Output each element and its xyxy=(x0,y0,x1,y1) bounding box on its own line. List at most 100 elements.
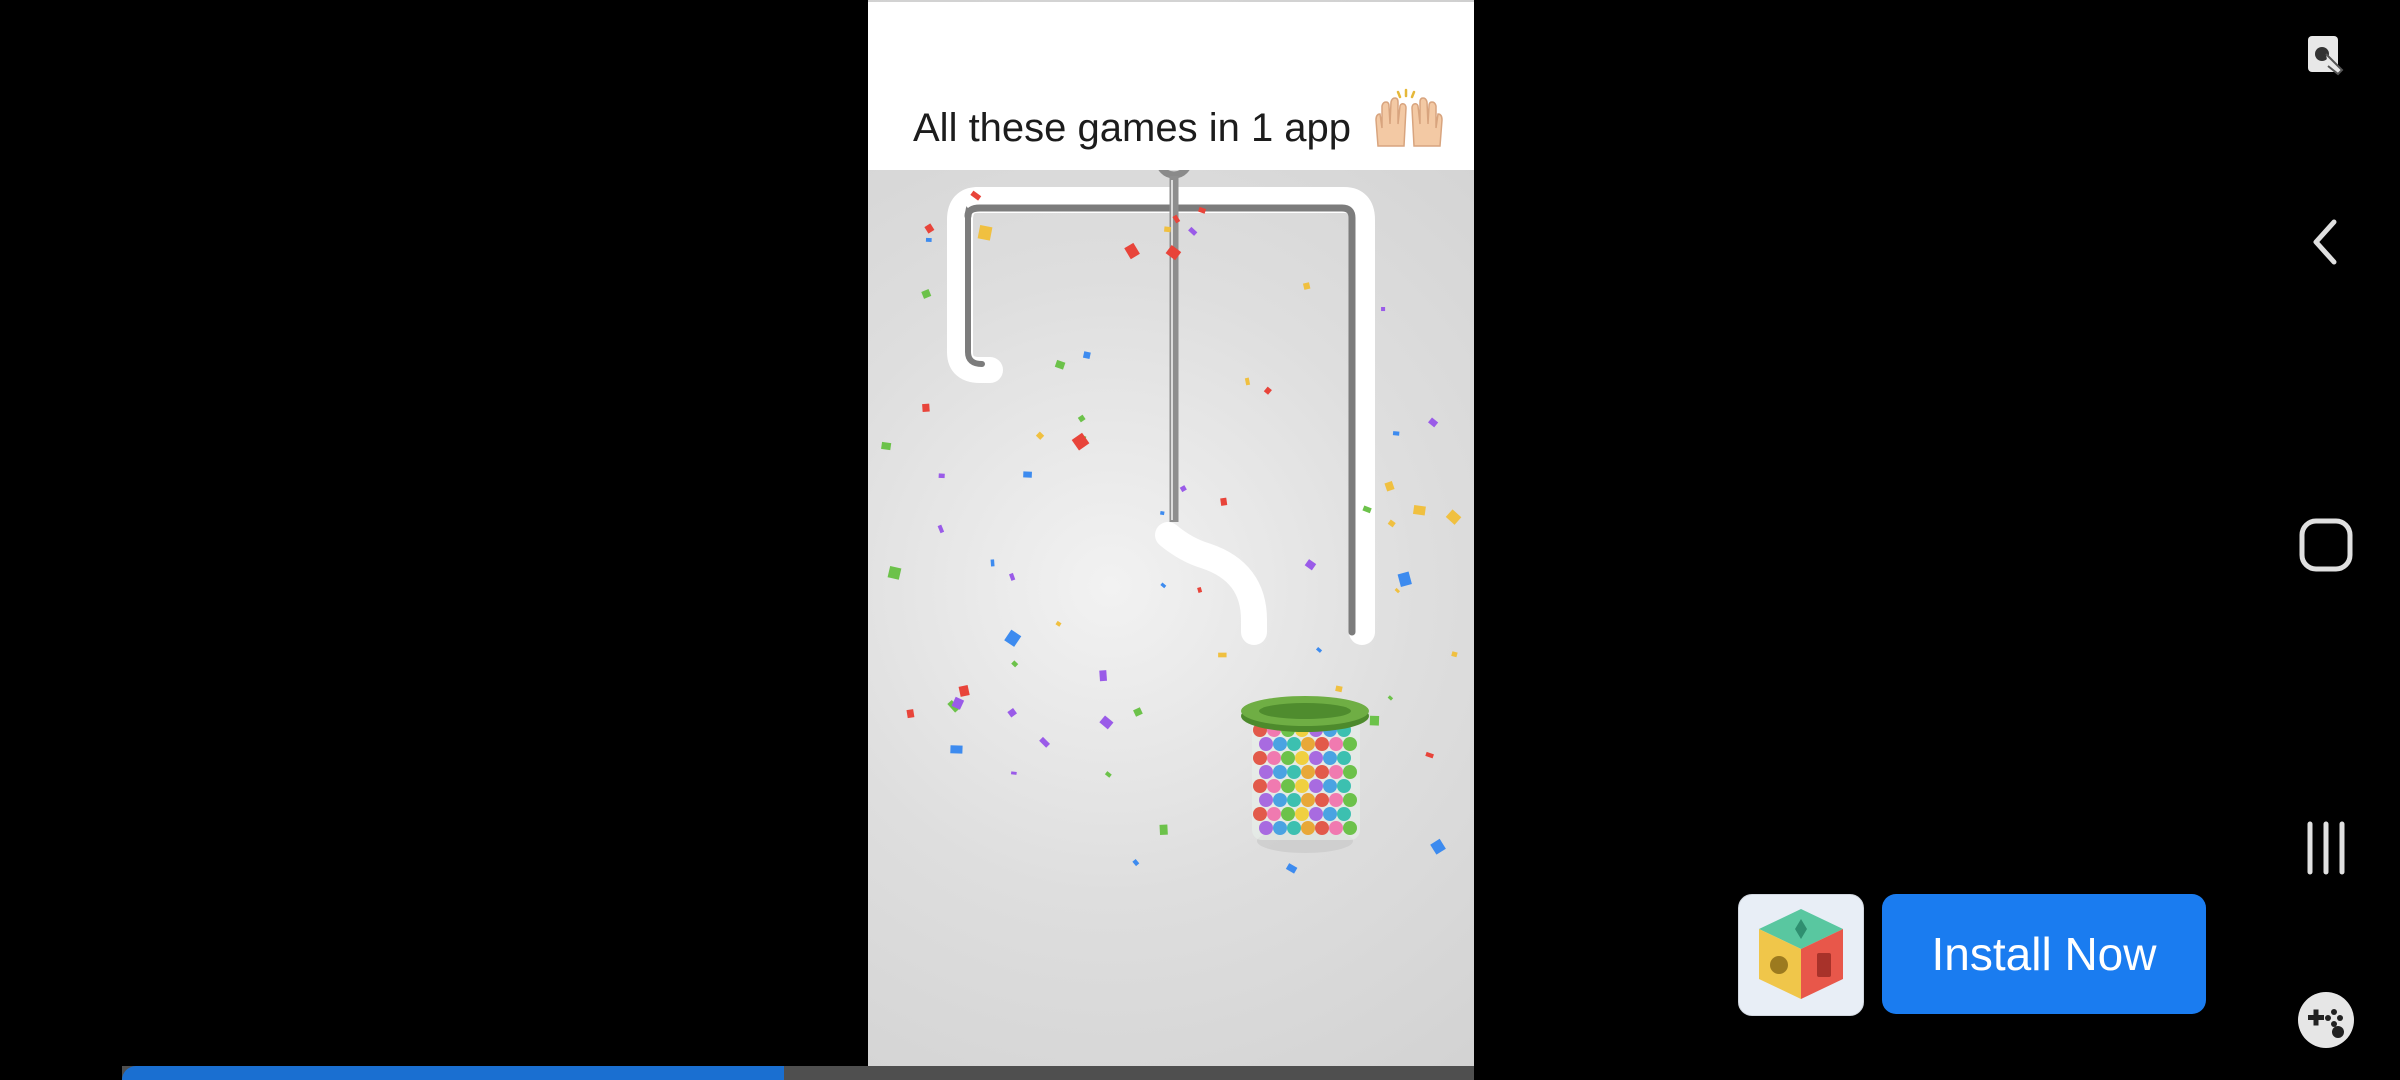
ball xyxy=(1329,793,1343,807)
ball xyxy=(1301,821,1315,835)
ball xyxy=(1273,821,1287,835)
ball xyxy=(1295,807,1309,821)
confetti-piece xyxy=(1010,771,1017,775)
ball xyxy=(1315,821,1329,835)
confetti-piece xyxy=(958,684,970,697)
video-progress-bar[interactable] xyxy=(122,1066,1474,1080)
confetti-piece xyxy=(1387,695,1394,701)
ball xyxy=(1323,807,1337,821)
ball xyxy=(1337,807,1351,821)
confetti-piece xyxy=(887,565,902,580)
ball xyxy=(1329,737,1343,751)
confetti-piece xyxy=(1179,485,1187,493)
confetti-piece xyxy=(1004,629,1022,647)
confetti-piece xyxy=(1124,242,1140,260)
ball xyxy=(1281,751,1295,765)
ball xyxy=(1343,793,1357,807)
install-now-button[interactable]: Install Now xyxy=(1882,894,2206,1014)
confetti-piece xyxy=(950,745,963,754)
ball xyxy=(1329,821,1343,835)
confetti-piece xyxy=(1445,509,1462,525)
ball xyxy=(1281,779,1295,793)
raising-hands-icon xyxy=(1375,88,1443,147)
ball xyxy=(1273,737,1287,751)
ball xyxy=(1309,807,1323,821)
confetti-piece xyxy=(1023,471,1032,478)
ball xyxy=(1267,807,1281,821)
confetti-piece xyxy=(1394,587,1401,594)
confetti-piece xyxy=(1099,670,1108,682)
ball xyxy=(1273,793,1287,807)
confetti-piece xyxy=(1384,480,1395,492)
confetti-piece xyxy=(1165,244,1182,261)
confetti-piece xyxy=(1159,824,1168,835)
ball xyxy=(1309,751,1323,765)
ball xyxy=(1337,779,1351,793)
confetti-piece xyxy=(1425,751,1434,759)
confetti-piece xyxy=(1381,307,1386,312)
confetti-piece xyxy=(1077,414,1086,423)
confetti-piece xyxy=(1163,226,1172,233)
pull-pin-ring xyxy=(1158,170,1190,179)
confetti-piece xyxy=(1055,620,1062,627)
confetti-piece xyxy=(1428,417,1439,428)
screen-pin-icon[interactable] xyxy=(2290,18,2362,90)
confetti-piece xyxy=(922,403,930,413)
confetti-piece xyxy=(1160,582,1167,589)
confetti-piece xyxy=(1009,572,1016,581)
ball xyxy=(1301,737,1315,751)
ball xyxy=(1253,779,1267,793)
ball xyxy=(1281,807,1295,821)
ball xyxy=(1253,751,1267,765)
confetti-piece xyxy=(1412,504,1426,516)
game-scene xyxy=(881,170,1462,874)
video-progress-fill xyxy=(122,1066,785,1080)
ball xyxy=(1267,751,1281,765)
confetti-piece xyxy=(1392,431,1400,436)
ball xyxy=(1295,779,1309,793)
ball xyxy=(1287,737,1301,751)
ball xyxy=(1343,737,1357,751)
ball xyxy=(1295,751,1309,765)
ad-banner: All these games in 1 app xyxy=(868,2,1474,170)
confetti-piece xyxy=(1304,559,1317,571)
confetti-piece xyxy=(1315,646,1323,653)
confetti-piece xyxy=(921,289,932,299)
ball xyxy=(1287,765,1301,779)
confetti-piece xyxy=(1133,707,1143,717)
confetti-piece xyxy=(1007,707,1018,718)
game-launcher-icon[interactable] xyxy=(2290,984,2362,1056)
cube-puzzle-app-icon[interactable] xyxy=(1738,894,1864,1016)
confetti-piece xyxy=(1369,715,1380,726)
ball xyxy=(1301,765,1315,779)
back-icon[interactable] xyxy=(2290,206,2362,278)
ball xyxy=(1315,793,1329,807)
confetti-piece xyxy=(1451,651,1458,658)
ball xyxy=(1259,793,1273,807)
ball xyxy=(1259,737,1273,751)
confetti-piece xyxy=(1430,838,1446,855)
ball xyxy=(1329,765,1343,779)
ball-jar xyxy=(1241,696,1369,853)
confetti-piece xyxy=(1285,863,1298,874)
confetti-piece xyxy=(1071,432,1090,451)
confetti-piece xyxy=(1132,858,1140,867)
confetti-piece xyxy=(1220,497,1228,506)
confetti-piece xyxy=(1160,510,1165,516)
ball xyxy=(1343,821,1357,835)
ball xyxy=(1315,737,1329,751)
confetti-piece xyxy=(1218,652,1227,658)
home-icon[interactable] xyxy=(2290,509,2362,581)
confetti-piece xyxy=(1387,519,1396,528)
ad-video-area[interactable]: All these games in 1 app xyxy=(868,0,1474,1066)
ball xyxy=(1287,793,1301,807)
ball xyxy=(1301,793,1315,807)
recents-icon[interactable] xyxy=(2290,812,2362,884)
confetti-piece xyxy=(1082,351,1091,359)
confetti-piece xyxy=(1035,431,1045,440)
ball xyxy=(1343,765,1357,779)
confetti-piece xyxy=(1104,771,1112,778)
confetti-piece xyxy=(881,441,892,451)
ball xyxy=(1267,779,1281,793)
confetti-piece xyxy=(1188,226,1198,236)
